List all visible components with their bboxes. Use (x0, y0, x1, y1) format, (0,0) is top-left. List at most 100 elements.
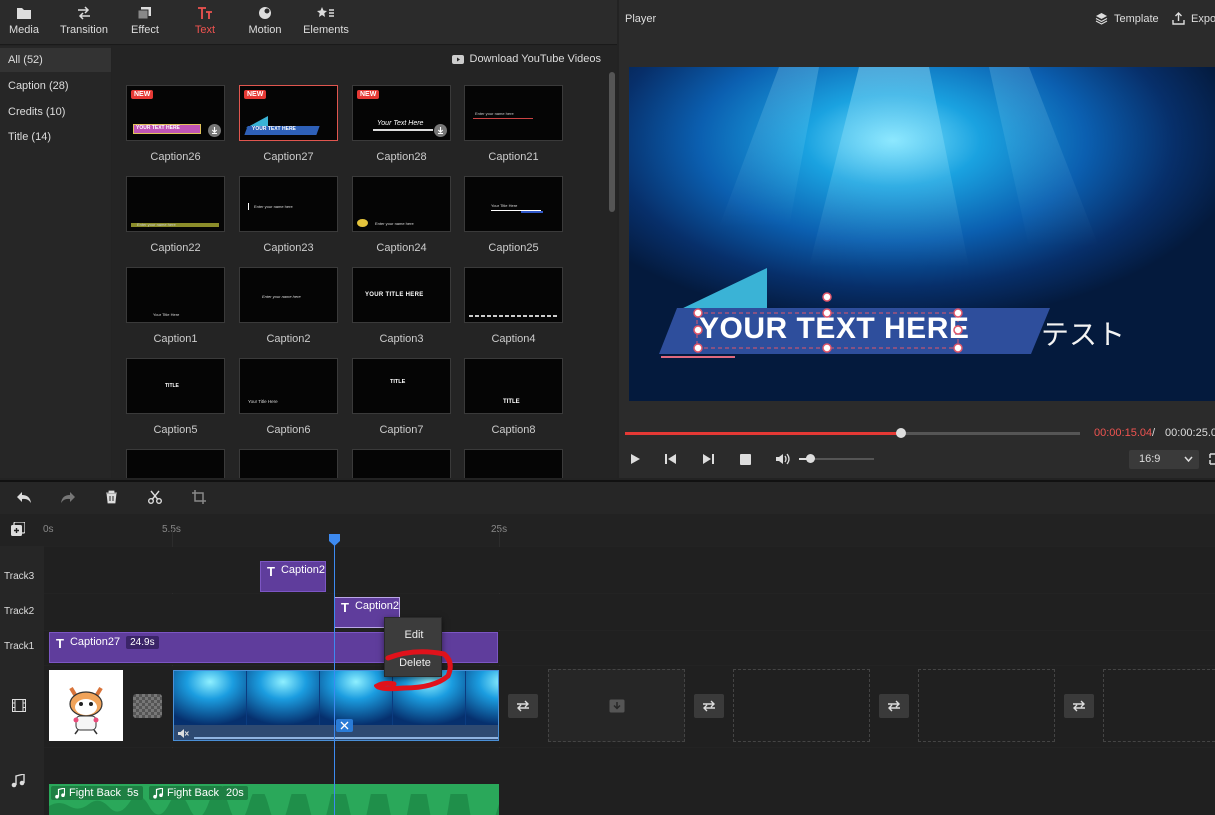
caption-thumbnail[interactable]: Enter your name here (126, 176, 225, 232)
stop-icon[interactable] (740, 454, 751, 465)
media-drop-slot[interactable] (548, 669, 685, 742)
download-icon[interactable] (434, 124, 447, 137)
caption-thumbnail[interactable]: TITLE (464, 358, 563, 414)
crop-icon[interactable] (192, 490, 206, 504)
timeline-ruler[interactable]: 0s 5.5s 25s (0, 514, 1215, 546)
undo-icon[interactable] (16, 491, 32, 504)
playback-scrubber[interactable] (896, 428, 907, 438)
track2-lane[interactable] (44, 594, 1215, 630)
transition-button[interactable] (694, 694, 724, 718)
aspect-ratio-select[interactable]: 16:9 (1129, 450, 1199, 469)
redo-icon[interactable] (60, 491, 76, 504)
add-track-icon[interactable] (11, 522, 25, 536)
caption-thumbnail[interactable] (239, 449, 338, 478)
caption-thumbnail[interactable] (352, 449, 451, 478)
thumb-text: TITLE (503, 399, 520, 405)
transition-button[interactable] (1064, 694, 1094, 718)
tab-transition[interactable]: Transition (54, 4, 114, 40)
effect-icon (115, 4, 175, 22)
swap-icon (703, 700, 715, 712)
motion-icon (235, 4, 295, 22)
selection-handles[interactable] (691, 287, 967, 357)
empty-slot[interactable] (918, 669, 1055, 742)
caption-thumbnail[interactable]: Enter your name here (464, 85, 563, 141)
fullscreen-icon[interactable] (1209, 453, 1215, 465)
caption-thumbnail[interactable]: Enter your name here (239, 176, 338, 232)
caption-thumbnail[interactable]: TITLE (352, 358, 451, 414)
next-frame-icon[interactable] (702, 453, 714, 465)
previous-frame-icon[interactable] (665, 453, 677, 465)
library-scrollbar[interactable] (609, 72, 615, 212)
caption-thumbnail[interactable] (464, 449, 563, 478)
video-preview[interactable]: YOUR TEXT HERE テスト (629, 67, 1215, 401)
caption-thumbnail[interactable]: YOUR TITLE HERE (352, 267, 451, 323)
caption-thumbnail-label: Caption4 (491, 333, 536, 345)
empty-slot[interactable] (1103, 669, 1215, 742)
track3-caption-clip[interactable]: T Caption2 (260, 561, 326, 592)
playhead-handle[interactable] (329, 534, 340, 546)
caption-thumbnail[interactable]: Enter your name here (352, 176, 451, 232)
new-badge: NEW (244, 90, 267, 99)
caption-thumbnail[interactable]: Your Title Here (239, 358, 338, 414)
caption-thumbnail[interactable]: TITLE (126, 358, 225, 414)
audio-clip-1[interactable]: Fight Back (51, 786, 125, 800)
tab-effect[interactable]: Effect (115, 4, 175, 40)
track3-lane[interactable] (44, 547, 1215, 593)
download-youtube-link[interactable]: Download YouTube Videos (451, 53, 602, 65)
volume-slider[interactable] (799, 454, 874, 463)
volume-knob[interactable] (806, 454, 816, 463)
caption-thumbnail[interactable]: YOUR TEXT HERE NEW (239, 85, 338, 141)
tab-media[interactable]: Media (0, 4, 54, 40)
audio-track-clip[interactable]: Fight Back 5s Fight Back 20s (49, 784, 499, 815)
delete-icon[interactable] (105, 490, 118, 504)
sidebar-item-credits[interactable]: Credits (10) (0, 100, 111, 124)
audio-clip-2[interactable]: Fight Back (149, 786, 223, 800)
caption-thumbnail[interactable]: Enter your name here (239, 267, 338, 323)
download-icon[interactable] (208, 124, 221, 137)
caption-thumbnail-label: Caption25 (488, 242, 539, 254)
audio-clip-1-label: Fight Back (69, 787, 121, 799)
caption-thumbnail[interactable]: Your Title Here (464, 176, 563, 232)
caption-thumbnail[interactable] (464, 267, 563, 323)
tab-text[interactable]: Text (175, 4, 235, 40)
caption-thumbnail-label: Caption5 (153, 424, 198, 436)
sidebar-item-caption[interactable]: Caption (28) (0, 74, 111, 98)
caption-thumbnail[interactable]: YOUR TEXT HERE NEW (126, 85, 225, 141)
tab-motion[interactable]: Motion (235, 4, 295, 40)
text-clip-icon: T (341, 600, 349, 615)
caption-thumbnail[interactable]: Your Title Here (126, 267, 225, 323)
export-label: Expo (1191, 12, 1215, 25)
player-panel: Player Template Expo YOUR TEXT HERE テスト … (619, 0, 1215, 478)
transition-button[interactable] (508, 694, 538, 718)
transition-button[interactable] (879, 694, 909, 718)
tab-elements[interactable]: Elements (296, 4, 356, 40)
caption-thumbnail-label: Caption6 (266, 424, 311, 436)
japanese-overlay-text[interactable]: テスト (1041, 313, 1125, 353)
play-icon[interactable] (629, 453, 641, 465)
aspect-ratio-value: 16:9 (1139, 453, 1161, 465)
sidebar-item-all[interactable]: All (52) (0, 48, 111, 72)
cat-image-clip[interactable] (49, 670, 123, 741)
caption-thumbnail-label: Caption2 (266, 333, 311, 345)
empty-slot[interactable] (733, 669, 870, 742)
audio-clip-1-duration: 5s (123, 786, 143, 800)
caption-thumbnail-label: Caption24 (376, 242, 427, 254)
caption-thumbnail[interactable]: Your Text Here NEW (352, 85, 451, 141)
main-toolbar: Media Transition Effect Text Motion Elem… (0, 0, 617, 45)
context-menu-edit[interactable]: Edit (385, 629, 443, 641)
download-youtube-label: Download YouTube Videos (469, 53, 602, 65)
transparent-clip[interactable] (133, 694, 162, 718)
volume-icon[interactable] (775, 452, 791, 466)
export-button[interactable]: Expo (1172, 12, 1215, 25)
swap-icon (888, 700, 900, 712)
mute-icon[interactable] (178, 729, 189, 738)
scissors-icon[interactable] (148, 490, 162, 504)
caption-thumbnail[interactable] (126, 449, 225, 478)
caption-thumbnail-label: Caption1 (153, 333, 198, 345)
sidebar-item-title[interactable]: Title (14) (0, 125, 111, 149)
caption-thumbnail-label: Caption7 (379, 424, 424, 436)
playback-progress-track[interactable] (625, 428, 1080, 438)
split-marker[interactable] (336, 719, 353, 732)
template-button[interactable]: Template (1095, 12, 1159, 25)
tab-effect-label: Effect (131, 24, 159, 36)
